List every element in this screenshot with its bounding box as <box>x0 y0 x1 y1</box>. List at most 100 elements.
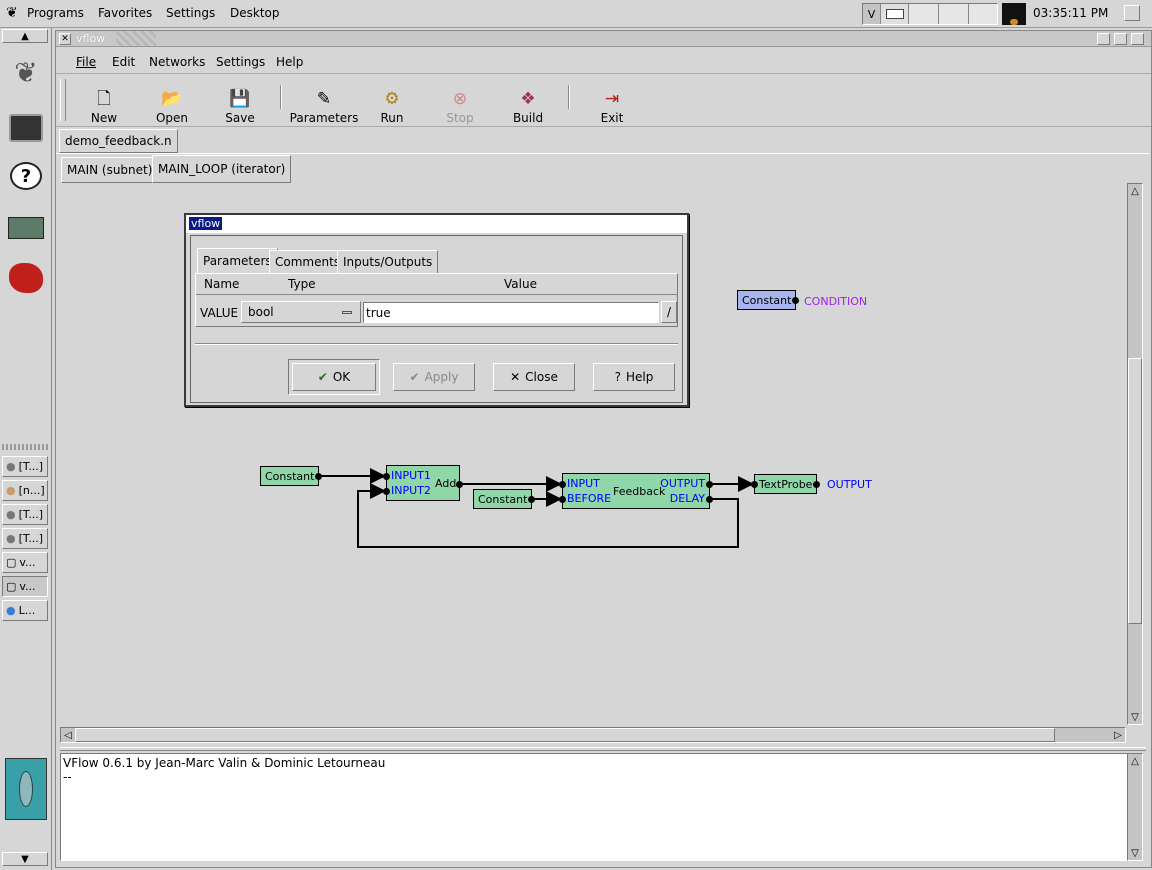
close-icon[interactable]: ✕ <box>59 33 71 45</box>
new-button[interactable]: 🗋 New <box>72 81 136 125</box>
task-item[interactable]: ● [T...] <box>2 504 48 525</box>
output-port[interactable] <box>706 481 713 488</box>
pane-splitter[interactable] <box>60 747 1146 751</box>
textprobe-node[interactable]: TextProbe <box>751 474 821 494</box>
add-input1-label: INPUT1 <box>391 469 431 482</box>
parameters-icon: ✎ <box>316 89 332 109</box>
build-button[interactable]: ❖ Build <box>496 81 560 125</box>
scroll-thumb[interactable] <box>1128 358 1142 624</box>
value-input[interactable] <box>363 302 659 323</box>
run-button[interactable]: ⚙ Run <box>360 81 424 125</box>
feedback-input-label: INPUT <box>567 477 600 490</box>
apply-button[interactable]: ✔ Apply <box>393 363 475 391</box>
constant-condition-node[interactable]: Constant <box>737 290 800 310</box>
menu-file[interactable]: File <box>76 55 96 69</box>
fish-applet-icon[interactable] <box>5 758 47 820</box>
left-panel: ▲ ❦ ? ● [T...] ● [n...] ● [T...] ● [T...] ▢ v… <box>0 28 52 870</box>
parameters-button[interactable]: ✎ Parameters <box>288 81 360 125</box>
gnome-menu-icon[interactable]: ❦ <box>4 50 48 94</box>
menu-settings[interactable]: Settings <box>166 6 215 20</box>
menu-networks[interactable]: Networks <box>149 55 205 69</box>
feedback-output-label: OUTPUT <box>660 477 705 490</box>
task-icon: ● <box>6 604 16 617</box>
canvas-hscrollbar[interactable]: ◁ ▷ <box>60 727 1126 743</box>
delay-port[interactable] <box>706 496 713 503</box>
help-button[interactable]: ? Help <box>593 363 675 391</box>
input-port[interactable] <box>559 481 566 488</box>
scroll-down-arrow[interactable]: ▽ <box>1128 846 1142 860</box>
monitor-applet-icon[interactable] <box>1002 3 1026 25</box>
task-item-active[interactable]: ▢ v... <box>2 576 48 597</box>
feedback-node[interactable]: INPUT BEFORE Feedback OUTPUT DELAY <box>559 473 713 509</box>
input-port[interactable] <box>751 481 758 488</box>
task-icon: ● <box>6 484 16 497</box>
input2-port[interactable] <box>383 488 390 495</box>
workspace-2[interactable] <box>881 4 909 24</box>
scroll-left-arrow[interactable]: ◁ <box>61 728 75 742</box>
task-item[interactable]: ● [T...] <box>2 456 48 477</box>
task-item[interactable]: ▢ v... <box>2 552 48 573</box>
save-button[interactable]: 💾 Save <box>208 81 272 125</box>
console-vscrollbar[interactable]: △ ▽ <box>1127 753 1143 861</box>
tasklist-handle[interactable] <box>2 444 48 450</box>
exit-button[interactable]: ⇥ Exit <box>580 81 644 125</box>
before-port[interactable] <box>559 496 566 503</box>
task-item[interactable]: ● [n...] <box>2 480 48 501</box>
ok-button[interactable]: ✔ OK <box>292 363 376 391</box>
tab-parameters[interactable]: Parameters <box>197 248 278 274</box>
input1-port[interactable] <box>383 473 390 480</box>
close-button[interactable]: ✕ Close <box>493 363 575 391</box>
constant-node[interactable]: Constant <box>260 466 323 486</box>
scroll-right-arrow[interactable]: ▷ <box>1111 728 1125 742</box>
workspace-pager[interactable]: V <box>862 3 998 25</box>
constant-node[interactable]: Constant <box>473 489 536 509</box>
menu-favorites[interactable]: Favorites <box>98 6 152 20</box>
stop-button[interactable]: ⊗ Stop <box>428 81 492 125</box>
workspace-1[interactable]: V <box>863 4 881 24</box>
output-port[interactable] <box>456 481 463 488</box>
workspace-3[interactable] <box>909 4 939 24</box>
menu-programs[interactable]: Programs <box>27 6 84 20</box>
show-desktop-button[interactable] <box>1124 5 1140 21</box>
gnome-foot-icon[interactable]: ❦ <box>6 5 18 21</box>
tab-comments[interactable]: Comments <box>269 250 347 274</box>
task-item[interactable]: ● L... <box>2 600 48 621</box>
panel-hide-up-button[interactable]: ▲ <box>2 29 48 43</box>
window-close-button[interactable] <box>1131 33 1144 45</box>
tab-main-subnet[interactable]: MAIN (subnet) <box>61 157 159 183</box>
workspace-4[interactable] <box>939 4 969 24</box>
tab-main-loop[interactable]: MAIN_LOOP (iterator) <box>152 155 292 183</box>
clock[interactable]: 03:35:11 PM <box>1033 6 1108 20</box>
menu-help[interactable]: Help <box>276 55 303 69</box>
help-icon[interactable]: ? <box>4 154 48 198</box>
titlebar-pattern <box>116 31 156 46</box>
scroll-down-arrow[interactable]: ▽ <box>1128 710 1142 724</box>
task-item[interactable]: ● [T...] <box>2 528 48 549</box>
maximize-button[interactable] <box>1114 33 1127 45</box>
dialog-titlebar[interactable]: vflow <box>186 215 687 233</box>
type-dropdown[interactable]: bool <box>241 301 361 323</box>
scroll-up-arrow[interactable]: △ <box>1128 184 1142 198</box>
menu-desktop[interactable]: Desktop <box>230 6 280 20</box>
gears-icon: ⚙ <box>384 89 400 109</box>
terminal-icon[interactable] <box>4 106 48 150</box>
hscroll-thumb[interactable] <box>75 728 1055 742</box>
mozilla-icon[interactable] <box>4 256 48 300</box>
workspace-5[interactable] <box>969 4 997 24</box>
panel-hide-down-button[interactable]: ▼ <box>2 852 48 866</box>
vflow-window: ✕ vflow File Edit Networks Settings Help… <box>55 30 1152 868</box>
scroll-up-arrow[interactable]: △ <box>1128 754 1142 768</box>
menu-settings-app[interactable]: Settings <box>216 55 265 69</box>
toolbar-handle[interactable] <box>60 79 66 121</box>
window-titlebar[interactable]: ✕ vflow <box>56 31 1151 47</box>
add-node[interactable]: INPUT1 INPUT2 Add <box>383 465 463 501</box>
tab-demo-feedback[interactable]: demo_feedback.n <box>59 129 178 153</box>
open-button[interactable]: 📂 Open <box>140 81 204 125</box>
menu-edit[interactable]: Edit <box>112 55 135 69</box>
canvas-vscrollbar[interactable]: △ ▽ <box>1127 183 1143 725</box>
toolbox-icon[interactable] <box>4 206 48 250</box>
tab-inputs-outputs[interactable]: Inputs/Outputs <box>337 250 439 274</box>
value-edit-button[interactable]: / <box>661 301 677 323</box>
console-output[interactable]: VFlow 0.6.1 by Jean-Marc Valin & Dominic… <box>60 753 1128 861</box>
minimize-button[interactable] <box>1097 33 1110 45</box>
